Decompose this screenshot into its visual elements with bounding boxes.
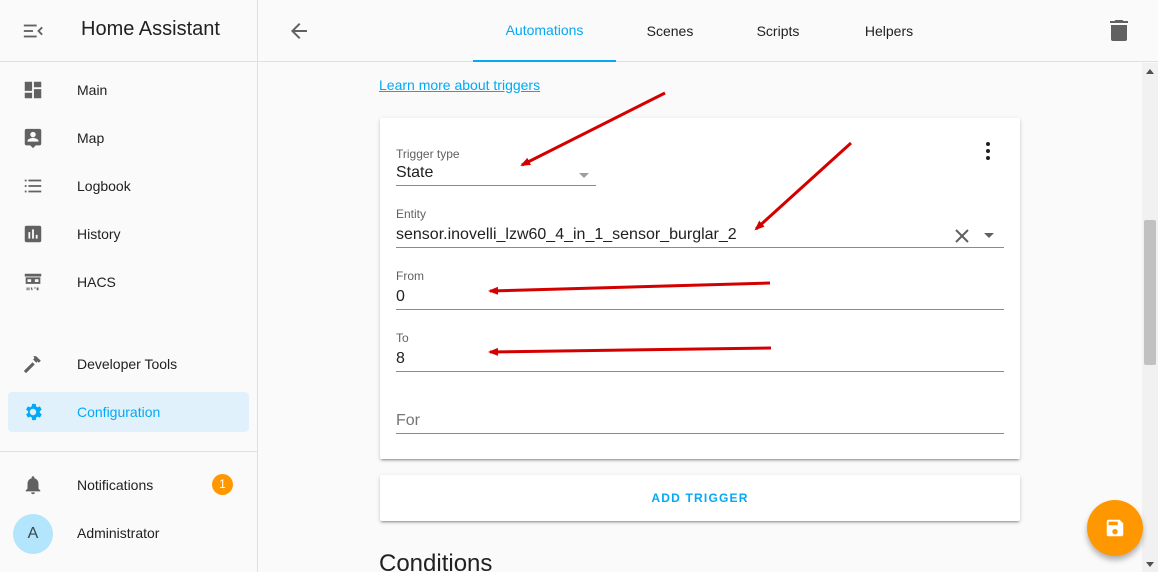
- sidebar-item-label: Developer Tools: [77, 356, 178, 372]
- sidebar: Home Assistant Main Map Logbook History: [0, 0, 258, 572]
- bell-icon: [25, 476, 41, 495]
- avatar: A: [13, 514, 53, 554]
- sidebar-item-main[interactable]: Main: [8, 70, 249, 110]
- from-input[interactable]: 0: [396, 288, 405, 306]
- conditions-heading: Conditions: [379, 550, 493, 572]
- sidebar-item-label: Configuration: [77, 404, 161, 420]
- entity-input[interactable]: sensor.inovelli_lzw60_4_in_1_sensor_burg…: [396, 226, 737, 244]
- more-vert-icon[interactable]: [985, 141, 991, 161]
- sidebar-item-label: HACS: [77, 274, 116, 290]
- tab-automations[interactable]: Automations: [473, 0, 616, 62]
- entity-label: Entity: [396, 207, 427, 221]
- trigger-type-underline: [396, 185, 596, 186]
- sidebar-item-label: Administrator: [77, 525, 160, 541]
- sidebar-item-label: Notifications: [77, 477, 154, 493]
- trigger-type-value: State: [396, 164, 434, 181]
- main-content: Learn more about triggers Trigger type S…: [258, 63, 1142, 572]
- trigger-type-label: Trigger type: [396, 147, 460, 161]
- sidebar-item-label: Logbook: [77, 178, 131, 194]
- sidebar-item-label: Map: [77, 130, 105, 146]
- sidebar-item-history[interactable]: History: [8, 214, 249, 254]
- tab-scenes[interactable]: Scenes: [634, 0, 706, 62]
- sidebar-item-profile[interactable]: A Administrator: [8, 513, 249, 554]
- sidebar-item-map[interactable]: Map: [8, 118, 249, 158]
- dashboard-icon: [24, 81, 42, 99]
- save-button[interactable]: [1087, 500, 1143, 556]
- trigger-type-dropdown[interactable]: State: [396, 162, 596, 186]
- sidebar-item-logbook[interactable]: Logbook: [8, 166, 249, 206]
- for-input[interactable]: For: [396, 412, 420, 430]
- app-title: Home Assistant: [81, 18, 220, 40]
- gear-icon: [26, 403, 42, 421]
- hammer-icon: [23, 356, 41, 374]
- sidebar-item-label: Main: [77, 82, 108, 98]
- clear-icon[interactable]: [954, 228, 970, 244]
- scroll-up-arrow-icon[interactable]: [1146, 69, 1154, 74]
- back-arrow-icon[interactable]: [287, 19, 311, 43]
- sidebar-item-developer-tools[interactable]: Developer Tools: [8, 344, 249, 384]
- dropdown-caret-icon: [579, 173, 589, 178]
- scrollbar-thumb[interactable]: [1144, 220, 1156, 365]
- sidebar-item-label: History: [77, 226, 121, 242]
- toolbar: Automations Scenes Scripts Helpers: [258, 0, 1158, 62]
- to-label: To: [396, 331, 409, 345]
- trash-icon[interactable]: [1109, 18, 1129, 42]
- map-icon: [24, 128, 42, 149]
- for-underline: [396, 433, 1004, 434]
- history-icon: [24, 225, 42, 243]
- tab-helpers[interactable]: Helpers: [854, 0, 924, 62]
- scroll-down-arrow-icon[interactable]: [1146, 562, 1154, 567]
- sidebar-item-hacs[interactable]: HACS: [8, 262, 249, 302]
- sidebar-item-notifications[interactable]: Notifications 1: [8, 465, 249, 505]
- hacs-icon: [24, 273, 42, 291]
- notification-badge: 1: [212, 474, 233, 495]
- logbook-icon: [24, 179, 42, 193]
- sidebar-item-configuration[interactable]: Configuration: [8, 392, 249, 432]
- trigger-card: Trigger type State Entity sensor.inovell…: [380, 118, 1020, 459]
- add-trigger-card: ADD TRIGGER: [380, 475, 1020, 521]
- to-underline: [396, 371, 1004, 372]
- sidebar-divider: [0, 451, 257, 452]
- add-trigger-button[interactable]: ADD TRIGGER: [380, 475, 1020, 521]
- menu-icon[interactable]: [22, 20, 44, 42]
- from-underline: [396, 309, 1004, 310]
- sidebar-header: Home Assistant: [0, 0, 257, 62]
- tab-scripts[interactable]: Scripts: [745, 0, 811, 62]
- learn-more-triggers-link[interactable]: Learn more about triggers: [379, 77, 540, 93]
- save-icon: [1106, 519, 1124, 537]
- entity-dropdown-icon[interactable]: [984, 233, 994, 238]
- entity-underline: [396, 247, 1004, 248]
- from-label: From: [396, 269, 424, 283]
- to-input[interactable]: 8: [396, 350, 405, 368]
